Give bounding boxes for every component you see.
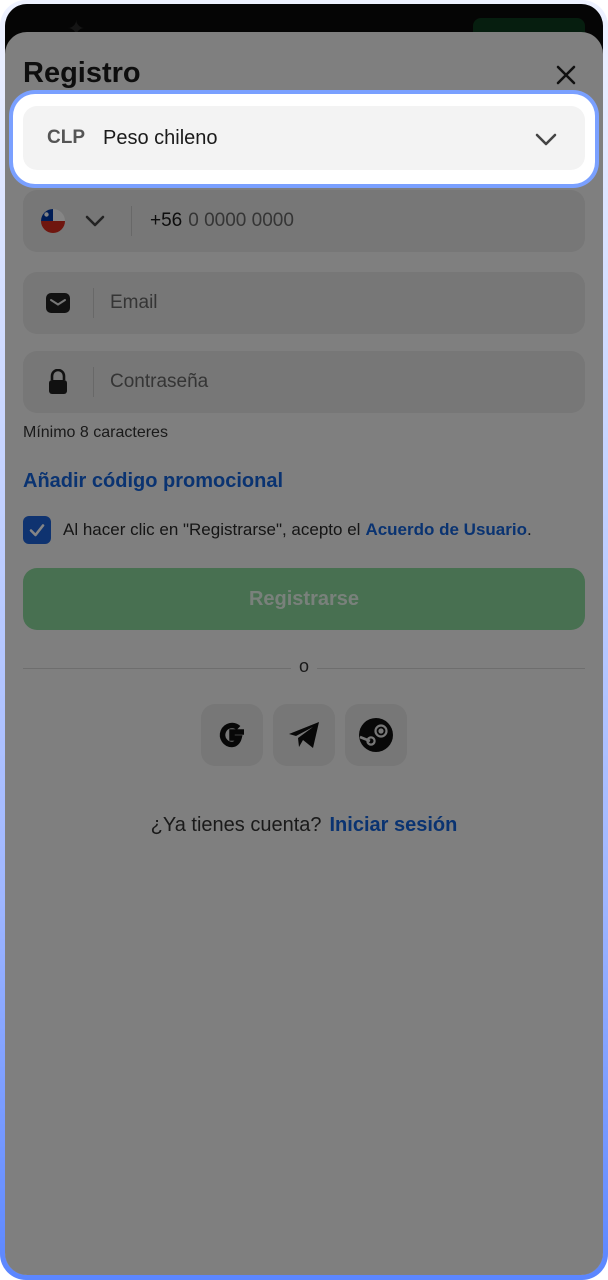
checkmark-icon [29, 524, 45, 537]
login-link[interactable]: Iniciar sesión [330, 814, 458, 836]
currency-select[interactable]: CLP Peso chileno [23, 106, 585, 170]
phone-input[interactable]: 0 0000 0000 [182, 210, 294, 232]
email-input[interactable]: Email [94, 292, 158, 314]
mail-icon [23, 292, 93, 314]
terms-checkbox[interactable] [23, 516, 51, 544]
close-icon[interactable] [551, 60, 581, 90]
google-login-button[interactable] [201, 704, 263, 766]
chile-flag-icon [23, 208, 83, 234]
screen: ✦ Registro +56 0 0000 0000 Email Contras… [5, 4, 603, 1275]
terms-suffix: . [526, 520, 532, 539]
divider-or-text: o [291, 656, 317, 677]
password-field[interactable]: Contraseña [23, 351, 585, 413]
login-row: ¿Ya tienes cuenta? Iniciar sesión [5, 814, 603, 837]
lock-icon [23, 369, 93, 395]
google-icon [219, 722, 244, 748]
currency-highlight: CLP Peso chileno [13, 94, 595, 184]
device-frame: ✦ Registro +56 0 0000 0000 Email Contras… [0, 0, 608, 1280]
login-question: ¿Ya tienes cuenta? [150, 814, 322, 836]
currency-code: CLP [47, 127, 85, 148]
registration-sheet: Registro +56 0 0000 0000 Email Contraseñ… [5, 32, 603, 1275]
steam-login-button[interactable] [345, 704, 407, 766]
password-hint: Mínimo 8 caracteres [23, 424, 168, 441]
user-agreement-link[interactable]: Acuerdo de Usuario [365, 520, 527, 540]
steam-icon [359, 718, 393, 752]
chevron-down-icon[interactable] [533, 126, 559, 157]
add-promo-code-link[interactable]: Añadir código promocional [23, 470, 283, 493]
terms-text: Al hacer clic en "Registrarse", acepto e… [63, 520, 361, 539]
phone-prefix: +56 [150, 210, 183, 231]
country-chevron-down-icon[interactable] [83, 209, 113, 233]
register-button[interactable]: Registrarse [23, 568, 585, 630]
password-input[interactable]: Contraseña [94, 371, 208, 393]
page-title: Registro [23, 57, 141, 89]
phone-field[interactable]: +56 0 0000 0000 [23, 190, 585, 252]
telegram-icon [289, 722, 319, 748]
telegram-login-button[interactable] [273, 704, 335, 766]
email-field[interactable]: Email [23, 272, 585, 334]
terms-row: Al hacer clic en "Registrarse", acepto e… [23, 516, 532, 544]
currency-name: Peso chileno [103, 126, 218, 149]
